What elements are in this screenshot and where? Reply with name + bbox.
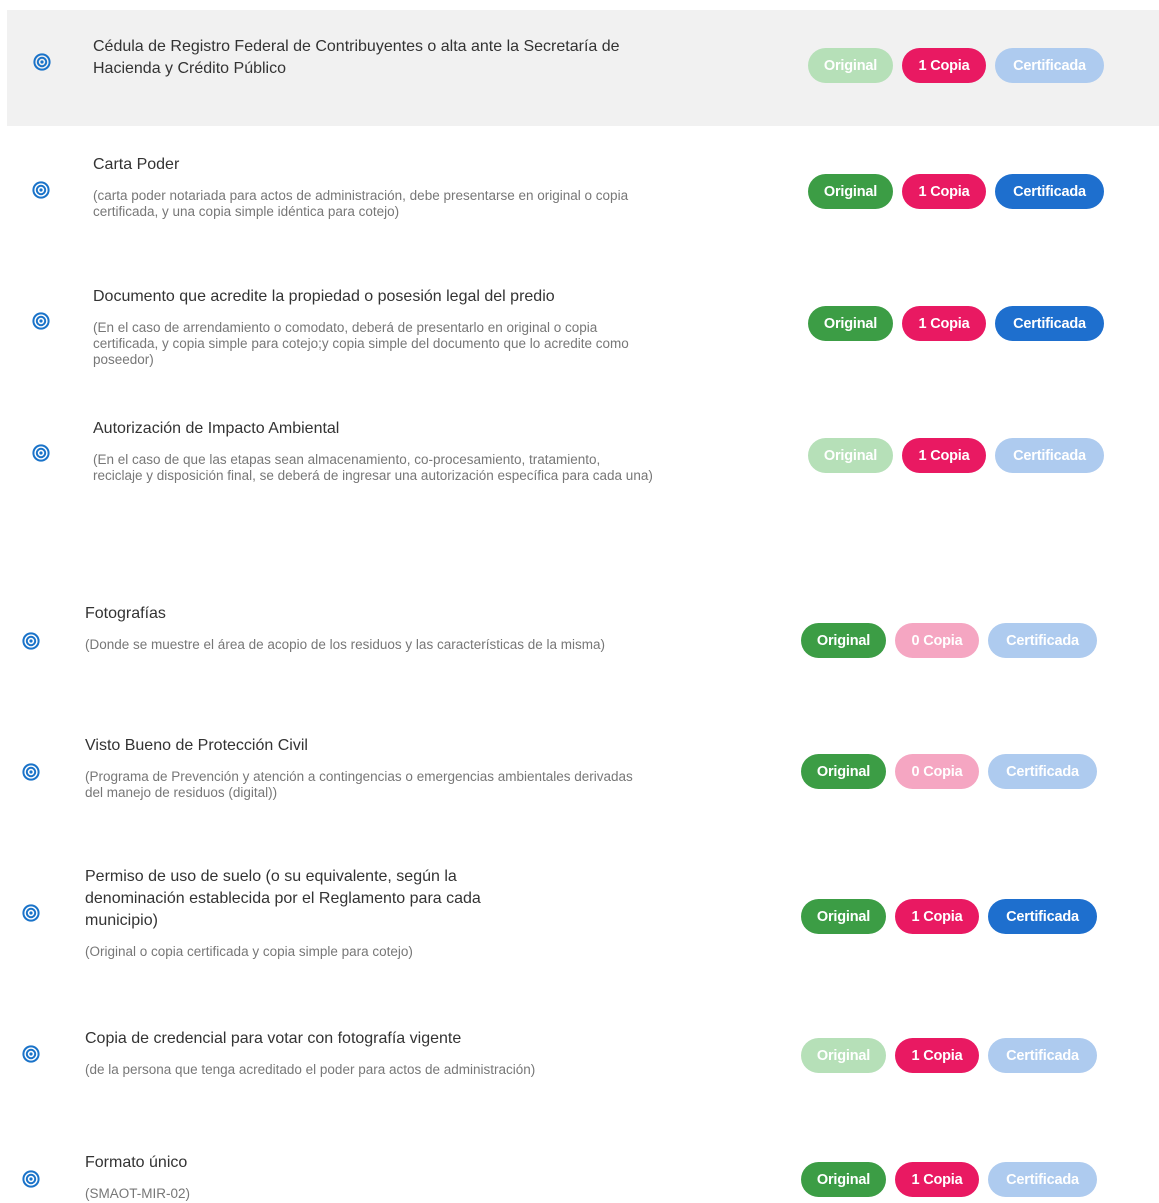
document-row[interactable]: Formato único (SMAOT-MIR-02) Original 1 … [0,1122,1159,1203]
certificada-badge: Certificada [995,306,1104,341]
document-description: (carta poder notariada para actos de adm… [93,188,629,219]
target-icon [32,444,50,462]
copia-badge: 1 Copia [895,899,979,934]
copia-badge: 1 Copia [902,438,986,473]
target-icon [22,904,40,922]
copia-badge: 1 Copia [902,174,986,209]
original-badge: Original [801,1038,886,1073]
target-icon [22,763,40,781]
original-badge: Original [808,438,893,473]
certificada-badge: Certificada [988,754,1097,789]
certificada-badge: Certificada [988,1038,1097,1073]
copia-badge: 0 Copia [895,754,979,789]
original-badge: Original [808,306,893,341]
original-badge: Original [801,754,886,789]
document-title: Formato único [85,1154,188,1171]
original-badge: Original [808,48,893,83]
copia-badge: 0 Copia [895,623,979,658]
document-title: Visto Bueno de Protección Civil [85,737,308,754]
document-title: Permiso de uso de suelo (o su equivalent… [85,868,481,929]
document-description: (Original o copia certificada y copia si… [85,944,413,959]
document-title: Autorización de Impacto Ambiental [93,420,340,437]
copia-badge: 1 Copia [902,48,986,83]
target-icon [32,181,50,199]
document-title: Copia de credencial para votar con fotog… [85,1030,462,1047]
target-icon [32,312,50,330]
document-description: (SMAOT-MIR-02) [85,1186,191,1201]
badge-group: Original 1 Copia Certificada [801,1162,1097,1197]
certificada-badge: Certificada [988,899,1097,934]
target-icon [33,53,51,71]
document-title: Documento que acredite la propiedad o po… [93,288,555,305]
document-row[interactable]: Fotografías (Donde se muestre el área de… [0,570,1159,702]
certificada-badge: Certificada [988,1162,1097,1197]
copia-badge: 1 Copia [895,1038,979,1073]
badge-group: Original 1 Copia Certificada [808,48,1104,83]
badge-group: Original 1 Copia Certificada [808,174,1104,209]
document-description: (En el caso de que las etapas sean almac… [93,452,653,483]
document-row[interactable]: Visto Bueno de Protección Civil (Program… [0,702,1159,834]
original-badge: Original [808,174,893,209]
certificada-badge: Certificada [988,623,1097,658]
document-description: (Donde se muestre el área de acopio de l… [85,637,605,652]
badge-group: Original 1 Copia Certificada [808,438,1104,473]
document-description: (En el caso de arrendamiento o comodato,… [93,320,629,367]
badge-group: Original 0 Copia Certificada [801,754,1097,789]
original-badge: Original [801,1162,886,1197]
certificada-badge: Certificada [995,438,1104,473]
document-row[interactable]: Copia de credencial para votar con fotog… [0,998,1159,1122]
badge-group: Original 1 Copia Certificada [801,1038,1097,1073]
document-row[interactable]: Autorización de Impacto Ambiental (En el… [0,390,1159,570]
badge-group: Original 1 Copia Certificada [808,306,1104,341]
document-title: Carta Poder [93,156,180,173]
copia-badge: 1 Copia [895,1162,979,1197]
document-description: (Programa de Prevención y atención a con… [85,769,633,800]
document-requirements-list: Cédula de Registro Federal de Contribuye… [0,0,1159,1203]
document-row[interactable]: Permiso de uso de suelo (o su equivalent… [0,834,1159,998]
certificada-badge: Certificada [995,174,1104,209]
document-row[interactable]: Carta Poder (carta poder notariada para … [0,126,1159,258]
document-title: Cédula de Registro Federal de Contribuye… [93,38,620,77]
original-badge: Original [801,899,886,934]
target-icon [22,632,40,650]
document-row[interactable]: Documento que acredite la propiedad o po… [0,258,1159,390]
original-badge: Original [801,623,886,658]
target-icon [22,1170,40,1188]
badge-group: Original 1 Copia Certificada [801,899,1097,934]
target-icon [22,1045,40,1063]
document-row[interactable]: Cédula de Registro Federal de Contribuye… [7,10,1159,126]
certificada-badge: Certificada [995,48,1104,83]
document-title: Fotografías [85,605,166,622]
document-description: (de la persona que tenga acreditado el p… [85,1062,536,1077]
copia-badge: 1 Copia [902,306,986,341]
badge-group: Original 0 Copia Certificada [801,623,1097,658]
